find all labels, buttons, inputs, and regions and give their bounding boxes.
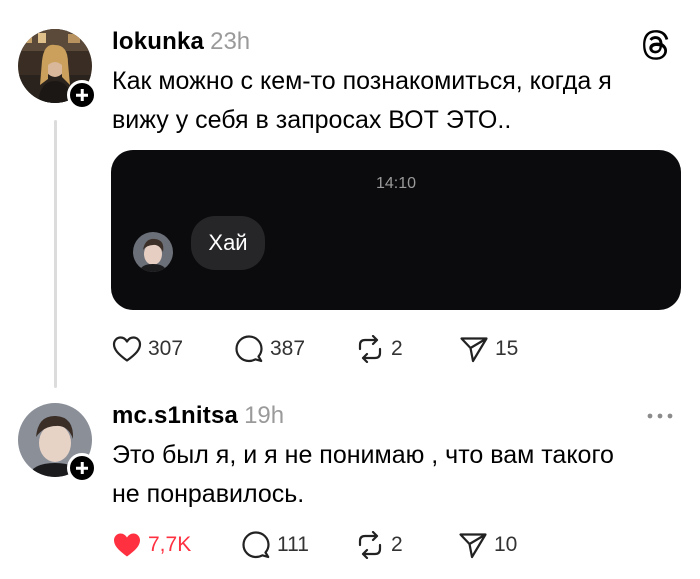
threads-logo-icon[interactable] (642, 30, 672, 60)
post-header: lokunka 23h (112, 28, 250, 56)
post-actions: 7,7K 111 2 10 (112, 529, 538, 561)
post-text-line-1: Это был я, и я не понимаю , что вам тако… (112, 441, 614, 469)
heart-icon (114, 533, 140, 557)
repost-count: 2 (391, 533, 403, 556)
reply-button[interactable]: 387 (234, 333, 355, 365)
repost-button[interactable]: 2 (355, 333, 459, 365)
share-count: 10 (494, 533, 518, 556)
thread-line (54, 120, 57, 388)
reply-button[interactable]: 111 (241, 529, 355, 561)
comment-icon (235, 335, 263, 363)
post-time: 19h (244, 402, 285, 429)
reply-count: 387 (270, 337, 306, 360)
share-icon (459, 533, 487, 559)
dm-message-text: Хай (208, 230, 248, 255)
post-text-line-2: вижу у себя в запросах ВОТ ЭТО.. (112, 106, 512, 134)
heart-icon (112, 336, 142, 362)
post-text-line-2: не понравилось. (112, 480, 305, 508)
follow-plus-icon[interactable] (67, 453, 97, 483)
repost-icon (358, 531, 382, 559)
dm-message-bubble: Хай (191, 216, 265, 270)
dm-screenshot-card[interactable]: 14:10 Хай (111, 150, 681, 310)
username[interactable]: mc.s1nitsa (112, 402, 238, 430)
post-text: Как можно с кем-то познакомиться, когда … (112, 62, 682, 140)
reply-count: 111 (277, 533, 309, 556)
like-count: 307 (148, 337, 184, 360)
share-button[interactable]: 10 (458, 529, 538, 561)
repost-count: 2 (391, 337, 403, 360)
post-text: Это был я, и я не понимаю , что вам тако… (112, 436, 682, 514)
post-header: mc.s1nitsa 19h (112, 402, 284, 430)
more-icon[interactable] (645, 406, 675, 426)
comment-icon (242, 531, 270, 559)
post-time: 23h (210, 28, 251, 55)
repost-button[interactable]: 2 (355, 529, 458, 561)
like-button[interactable]: 307 (112, 333, 234, 365)
share-count: 15 (495, 337, 519, 360)
post-text-line-1: Как можно с кем-то познакомиться, когда … (112, 67, 612, 95)
like-button[interactable]: 7,7K (112, 529, 241, 561)
share-button[interactable]: 15 (459, 333, 539, 365)
follow-plus-icon[interactable] (67, 80, 97, 110)
post-actions: 307 387 2 15 (112, 333, 539, 365)
like-count: 7,7K (148, 533, 192, 556)
username[interactable]: lokunka (112, 28, 204, 56)
repost-icon (358, 335, 382, 363)
dm-timestamp: 14:10 (375, 175, 417, 192)
dm-sender-avatar (133, 232, 173, 272)
share-icon (460, 337, 488, 363)
